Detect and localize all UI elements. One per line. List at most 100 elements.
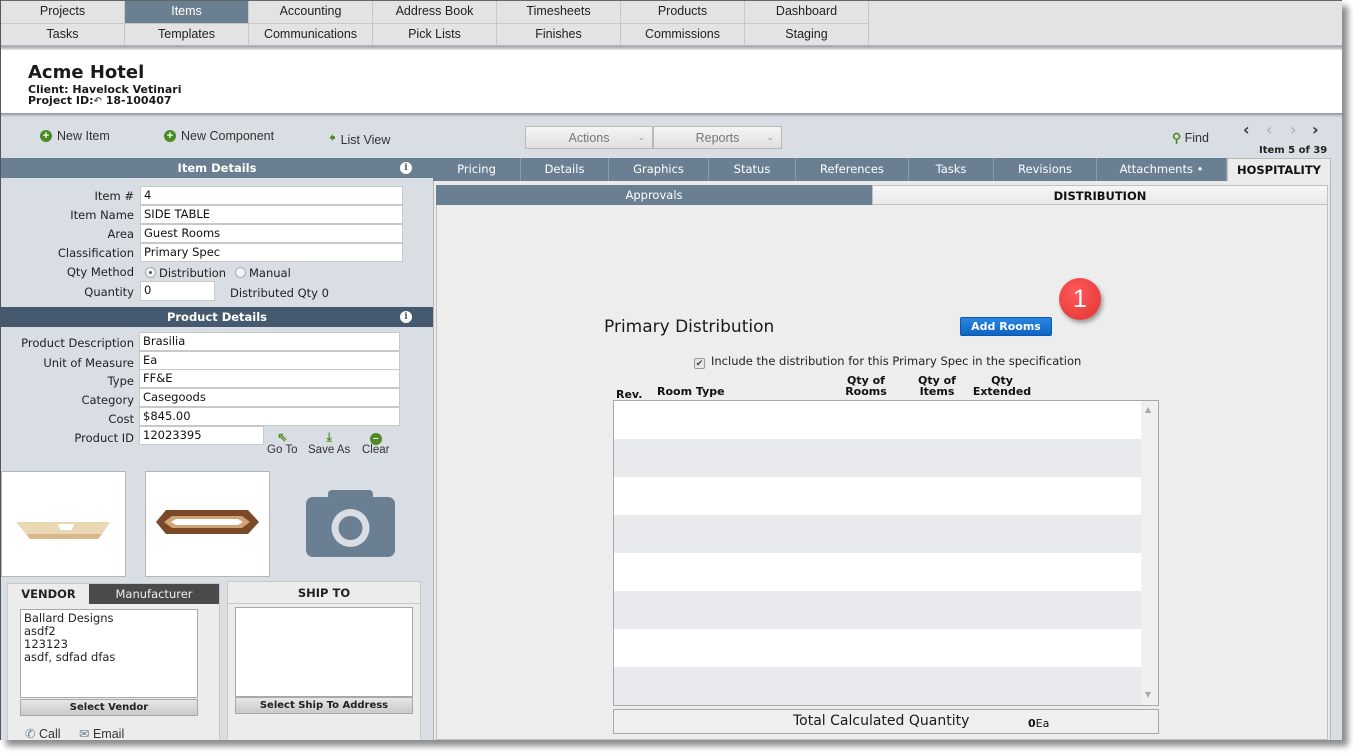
prev-item-button[interactable]: ‹ <box>1266 120 1272 139</box>
new-component-button[interactable]: + New Component <box>164 129 274 143</box>
grid-row[interactable] <box>614 667 1141 705</box>
nav-products[interactable]: Products <box>621 1 745 23</box>
product-image-2[interactable] <box>145 471 270 577</box>
tab-pricing[interactable]: Pricing <box>433 158 521 181</box>
nav-accounting[interactable]: Accounting <box>249 1 373 23</box>
ship-to-header: SHIP TO <box>228 582 420 604</box>
nav-pick-lists[interactable]: Pick Lists <box>373 24 497 46</box>
grid-row[interactable] <box>614 515 1141 553</box>
total-row: Total Calculated Quantity 0Ea <box>613 709 1159 734</box>
arrow-up-left-icon: ⇖ <box>277 430 288 444</box>
nav-commissions[interactable]: Commissions <box>621 24 745 46</box>
grid-row[interactable] <box>614 439 1141 477</box>
tab-vendor[interactable]: VENDOR <box>8 584 89 604</box>
scroll-up-icon[interactable]: ▲ <box>1145 405 1151 414</box>
nav-address-book[interactable]: Address Book <box>373 1 497 23</box>
manual-option-label: Manual <box>249 266 291 280</box>
product-image-1[interactable] <box>1 471 126 577</box>
project-id-value[interactable]: 18-100407 <box>106 94 172 107</box>
product-description-field[interactable]: Brasilia <box>139 332 400 351</box>
grid-row[interactable] <box>614 629 1141 667</box>
nav-templates[interactable]: Templates <box>125 24 249 46</box>
save-as-button[interactable]: ⤓ Save As <box>308 430 350 456</box>
add-rooms-button[interactable]: Add Rooms <box>960 317 1052 336</box>
go-to-button[interactable]: ⇖ Go To <box>267 430 297 456</box>
camera-icon <box>306 490 395 557</box>
qty-method-distribution[interactable]: Distribution <box>145 266 226 280</box>
nav-tasks[interactable]: Tasks <box>1 24 125 46</box>
tab-attachments[interactable]: Attachments • <box>1097 158 1227 181</box>
qty-method-manual[interactable]: Manual <box>235 266 291 280</box>
find-button[interactable]: ⚲ Find <box>1172 130 1209 145</box>
reply-arrow-icon[interactable]: ↶ <box>94 96 102 107</box>
include-distribution-option[interactable]: ✔ Include the distribution for this Prima… <box>694 354 1081 369</box>
list-view-label: List View <box>340 133 391 147</box>
select-ship-to-button[interactable]: Select Ship To Address <box>235 697 413 714</box>
classification-field[interactable]: Primary Spec <box>140 243 403 262</box>
grid-row[interactable] <box>614 553 1141 591</box>
clear-label: Clear <box>362 444 390 456</box>
nav-communications[interactable]: Communications <box>249 24 373 46</box>
col-qty-rooms-line2: Rooms <box>845 385 887 398</box>
actions-dropdown[interactable]: Actions ⌄ <box>525 126 653 149</box>
scroll-down-icon[interactable]: ▼ <box>1145 690 1151 699</box>
grid-scrollbar[interactable]: ▲ ▼ <box>1141 401 1158 705</box>
chevron-down-icon: ⌄ <box>766 132 774 142</box>
nav-projects[interactable]: Projects <box>1 1 125 23</box>
clear-button[interactable]: – Clear <box>362 430 389 456</box>
light-wood-table-image <box>16 522 110 539</box>
tab-revisions[interactable]: Revisions <box>994 158 1097 181</box>
tab-details[interactable]: Details <box>521 158 609 181</box>
area-label: Area <box>107 227 134 241</box>
unit-of-measure-field[interactable]: Ea <box>139 351 400 370</box>
next-item-button[interactable]: › <box>1290 120 1296 139</box>
category-field[interactable]: Casegoods <box>139 388 400 407</box>
grid-row[interactable] <box>614 477 1141 515</box>
info-icon[interactable]: i <box>400 162 412 174</box>
nav-items[interactable]: Items <box>125 1 249 23</box>
email-button[interactable]: ✉ Email <box>79 726 124 740</box>
grid-row[interactable] <box>614 401 1141 439</box>
grid-row[interactable] <box>614 591 1141 629</box>
nav-staging[interactable]: Staging <box>745 24 869 46</box>
radio-unselected[interactable] <box>235 267 246 278</box>
cost-field[interactable]: $845.00 <box>139 407 400 426</box>
tab-manufacturer[interactable]: Manufacturer <box>89 584 219 604</box>
tab-tasks[interactable]: Tasks <box>909 158 994 181</box>
type-field[interactable]: FF&E <box>139 369 400 388</box>
list-view-button[interactable]: 🠸 List View <box>329 129 390 151</box>
reports-dropdown[interactable]: Reports ⌄ <box>653 126 782 149</box>
subtab-distribution[interactable]: DISTRIBUTION <box>872 185 1328 205</box>
tab-status[interactable]: Status <box>709 158 796 181</box>
total-unit: Ea <box>1035 717 1050 730</box>
new-item-button[interactable]: + New Item <box>40 129 110 143</box>
product-id-field[interactable]: 12023395 <box>139 426 264 445</box>
chevron-right-bold-icon: › <box>1312 120 1319 139</box>
area-field[interactable]: Guest Rooms <box>140 224 403 243</box>
info-icon[interactable]: i <box>400 311 412 323</box>
tab-graphics[interactable]: Graphics <box>609 158 709 181</box>
include-checkbox[interactable]: ✔ <box>694 358 705 369</box>
item-name-label: Item Name <box>70 208 134 222</box>
item-name-field[interactable]: SIDE TABLE <box>140 205 403 224</box>
add-photo-button[interactable] <box>306 490 395 561</box>
subtab-approvals[interactable]: Approvals <box>436 185 872 205</box>
first-item-button[interactable]: ‹ <box>1243 120 1250 139</box>
item-number-field[interactable]: 4 <box>140 186 403 205</box>
quantity-field[interactable]: 0 <box>140 281 215 301</box>
radio-selected[interactable] <box>145 267 156 278</box>
include-distribution-label: Include the distribution for this Primar… <box>711 354 1082 368</box>
new-item-label: New Item <box>57 129 110 143</box>
select-vendor-button[interactable]: Select Vendor <box>20 699 198 716</box>
last-item-button[interactable]: › <box>1312 120 1319 139</box>
call-button[interactable]: ✆ Call <box>25 726 61 740</box>
save-as-label: Save As <box>308 444 351 456</box>
search-icon: ⚲ <box>1172 131 1182 145</box>
tab-references[interactable]: References <box>796 158 909 181</box>
nav-timesheets[interactable]: Timesheets <box>497 1 621 23</box>
nav-dashboard[interactable]: Dashboard <box>745 1 869 23</box>
chevron-left-icon: ‹ <box>1266 120 1273 139</box>
nav-finishes[interactable]: Finishes <box>497 24 621 46</box>
tab-hospitality[interactable]: HOSPITALITY <box>1227 158 1331 181</box>
top-navigation: Projects Items Accounting Address Book T… <box>1 0 1342 46</box>
